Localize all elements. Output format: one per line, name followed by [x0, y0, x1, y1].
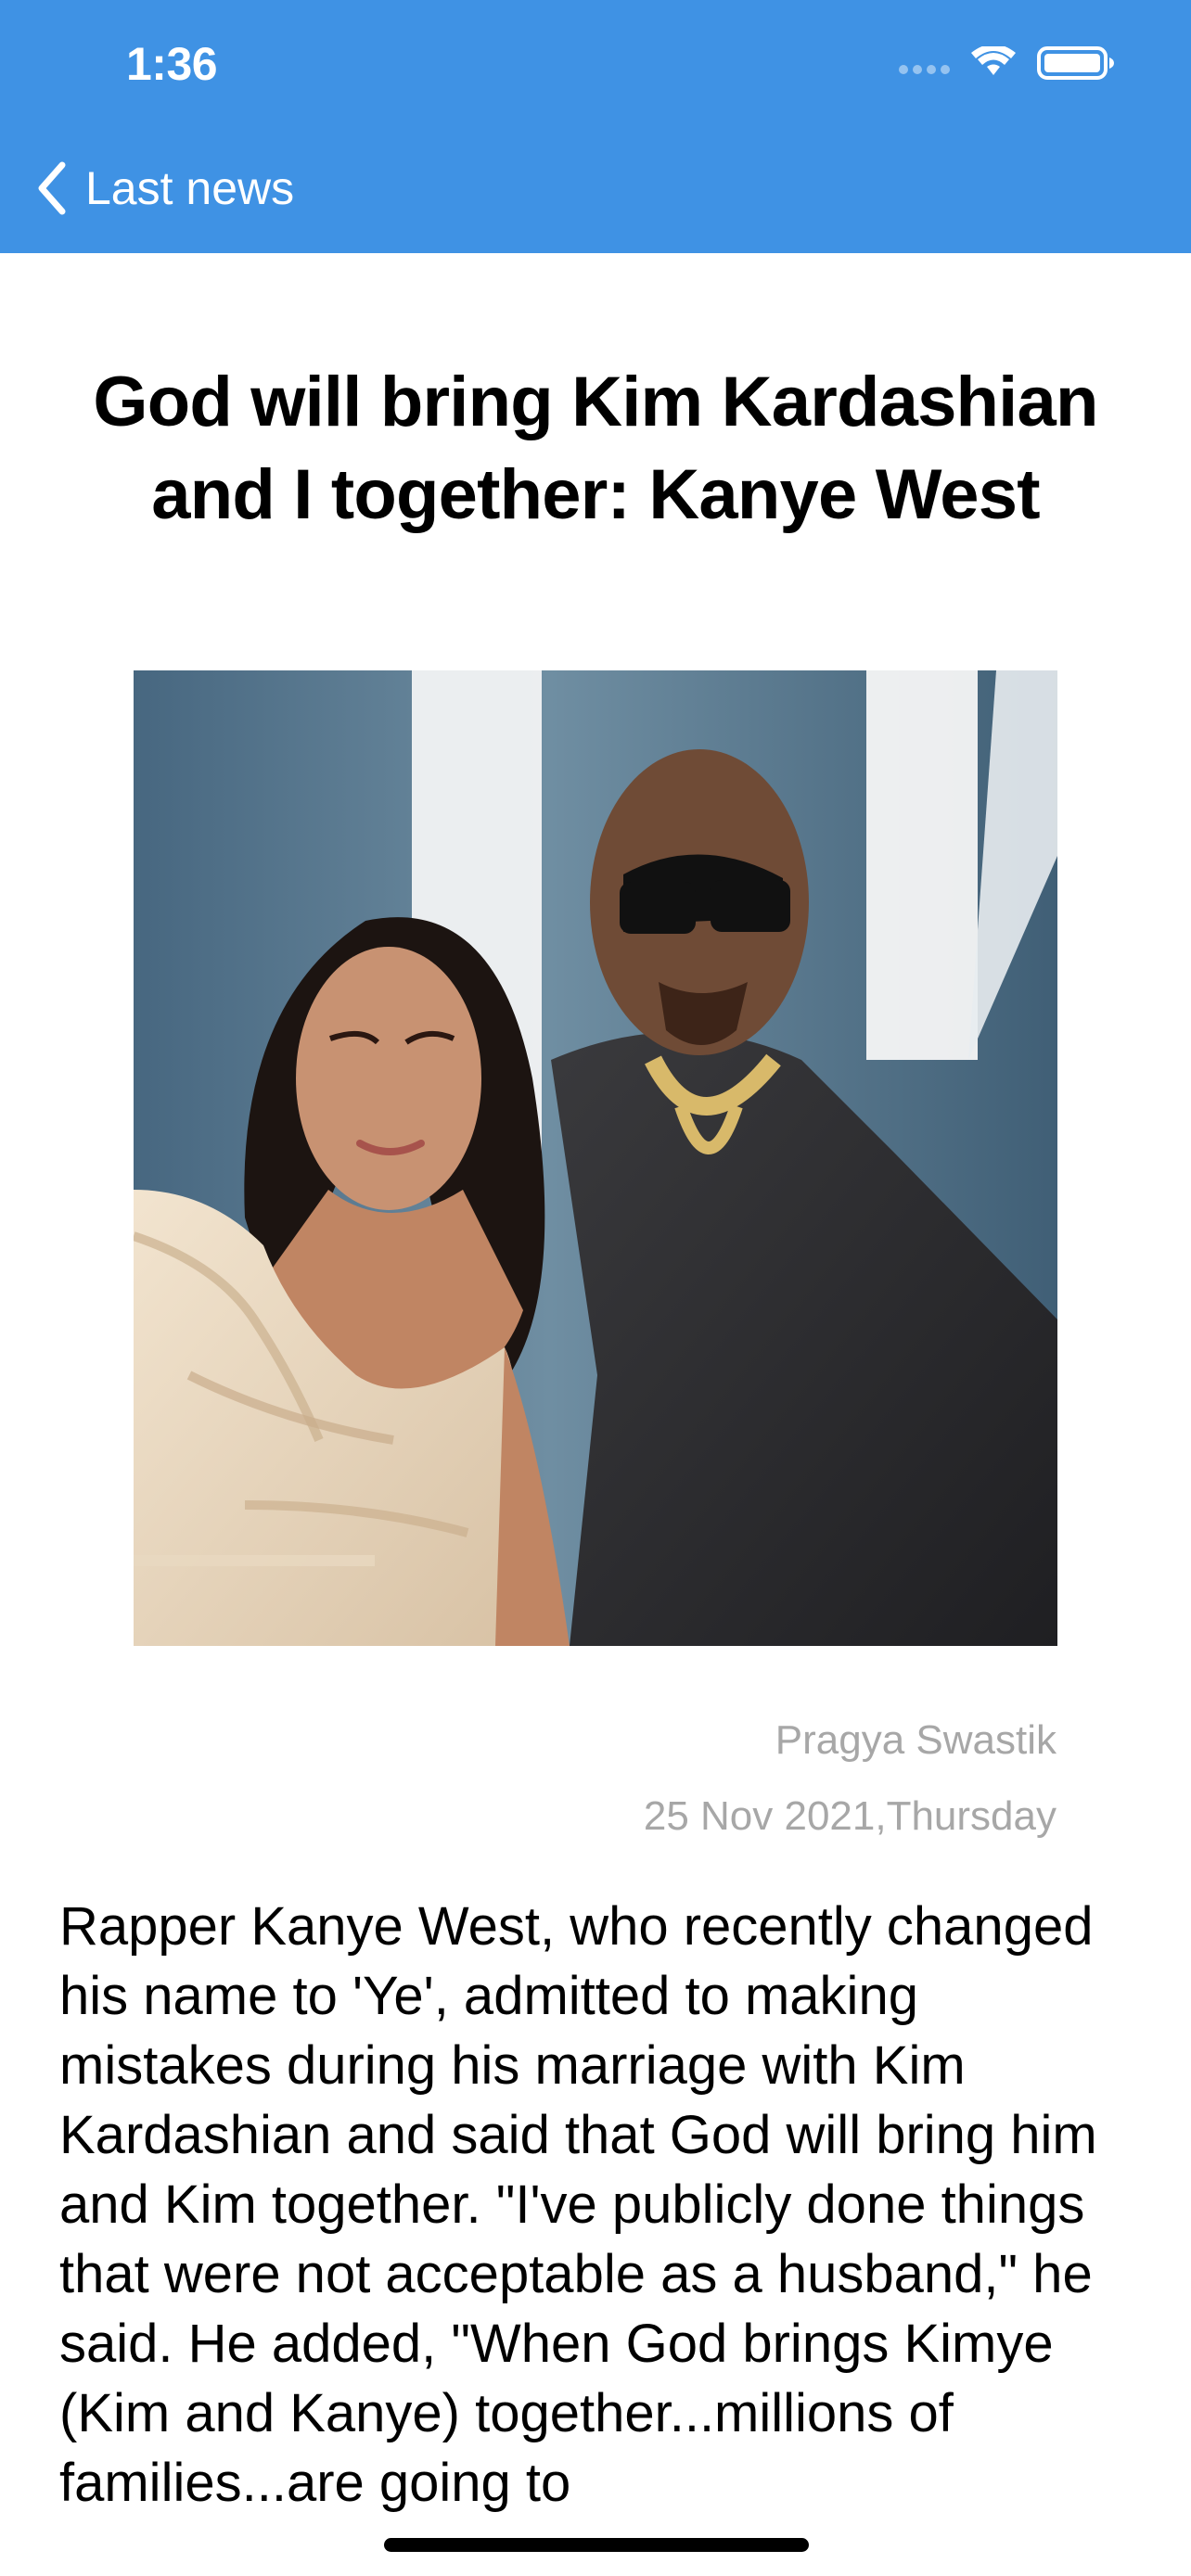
battery-icon — [1037, 46, 1114, 80]
article-body: Rapper Kanye West, who recently changed … — [59, 1896, 1097, 2513]
chevron-left-icon — [38, 161, 66, 215]
status-icons — [899, 45, 1115, 82]
home-indicator[interactable] — [384, 2538, 809, 2552]
cellular-signal-icon — [899, 65, 950, 74]
article-title: God will bring Kim Kardashian and I toge… — [93, 363, 1098, 534]
wifi-icon — [971, 46, 1016, 75]
back-button-label: Last news — [85, 162, 295, 214]
back-button[interactable]: Last news — [35, 161, 294, 215]
article-photo-illustration — [134, 670, 1057, 1646]
article-date: 25 Nov 2021,Thursday — [643, 1793, 1057, 1839]
status-time: 1:36 — [126, 38, 218, 90]
article-author: Pragya Swastik — [775, 1717, 1057, 1763]
top-bar: 1:36 Last news — [0, 0, 1191, 253]
article-screen: 1:36 Last news God will bring Kim Kardas… — [0, 0, 1191, 2576]
article-photo — [134, 670, 1057, 1646]
